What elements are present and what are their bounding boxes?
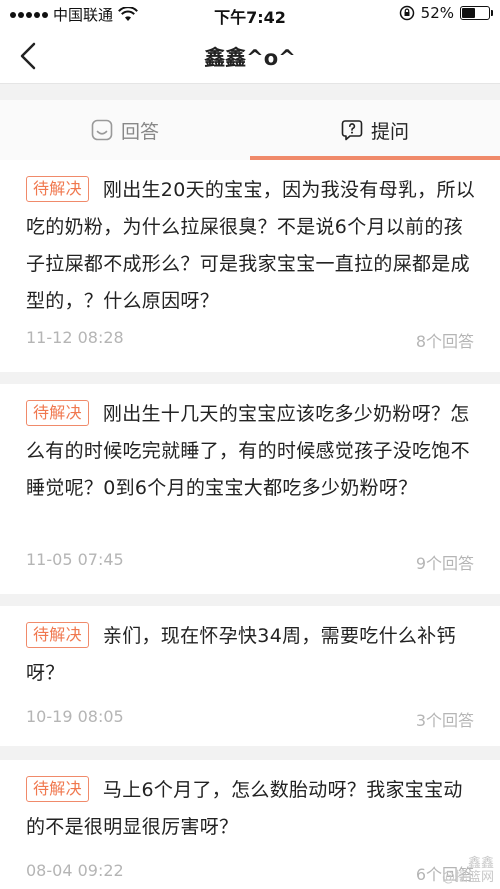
question-card[interactable]: 待解决 刚出生十几天的宝宝应该吃多少奶粉呀？怎么有的时候吃完就睡了，有的时候感觉孩… <box>0 384 500 594</box>
battery-fill <box>462 8 475 18</box>
question-date: 08-04 09:22 <box>26 861 124 880</box>
tab-answers-label: 回答 <box>120 120 159 143</box>
status-right: 52% <box>399 4 493 22</box>
question-text: 刚出生20天的宝宝，因为我没有母乳，所以吃的奶粉，为什么拉屎很臭？不是说6个月以… <box>26 179 476 312</box>
question-card[interactable]: 待解决 马上6个月了，怎么数胎动呀？我家宝宝动的不是很明显很厉害呀？ 08-04 … <box>0 760 500 889</box>
status-badge: 待解决 <box>26 400 89 426</box>
answer-count: 3个回答 <box>415 711 474 730</box>
smiley-icon <box>91 119 113 141</box>
question-card[interactable]: 待解决 亲们，现在怀孕快34周，需要吃什么补钙呀？ 10-19 08:05 3个回… <box>0 606 500 746</box>
question-text: 马上6个月了，怎么数胎动呀？我家宝宝动的不是很明显很厉害呀？ <box>26 779 463 838</box>
tab-bar: 回答 提问 <box>0 100 500 160</box>
nav-bar: 鑫鑫^o^ <box>0 30 500 84</box>
page-title: 鑫鑫^o^ <box>204 46 296 70</box>
watermark: 鑫鑫 @摇篮网 <box>442 857 494 885</box>
status-bar: 中国联通 下午7:42 52% <box>0 0 500 30</box>
watermark-line2: @摇篮网 <box>441 870 494 885</box>
question-card[interactable]: 待解决 刚出生20天的宝宝，因为我没有母乳，所以吃的奶粉，为什么拉屎很臭？不是说6… <box>0 160 500 372</box>
watermark-line1: 鑫鑫 <box>467 856 494 871</box>
status-badge: 待解决 <box>26 176 89 202</box>
answer-count: 8个回答 <box>415 332 474 351</box>
status-badge: 待解决 <box>26 776 89 802</box>
question-bubble-icon <box>341 120 363 141</box>
tab-answers[interactable]: 回答 <box>0 100 250 160</box>
tab-questions[interactable]: 提问 <box>250 100 500 160</box>
rotation-lock-icon <box>399 5 414 21</box>
question-date: 11-05 07:45 <box>26 550 124 569</box>
question-content: 待解决 马上6个月了，怎么数胎动呀？我家宝宝动的不是很明显很厉害呀？ <box>26 772 476 846</box>
question-content: 待解决 刚出生十几天的宝宝应该吃多少奶粉呀？怎么有的时候吃完就睡了，有的时候感觉孩… <box>26 396 476 507</box>
question-text: 亲们，现在怀孕快34周，需要吃什么补钙呀？ <box>26 625 456 684</box>
question-text: 刚出生十几天的宝宝应该吃多少奶粉呀？怎么有的时候吃完就睡了，有的时候感觉孩子没吃… <box>26 403 470 499</box>
battery-icon <box>460 6 493 20</box>
question-date: 11-12 08:28 <box>26 328 124 347</box>
divider <box>0 84 500 100</box>
status-badge: 待解决 <box>26 622 89 648</box>
question-date: 10-19 08:05 <box>26 707 124 726</box>
question-content: 待解决 刚出生20天的宝宝，因为我没有母乳，所以吃的奶粉，为什么拉屎很臭？不是说6… <box>26 172 476 320</box>
battery-percent: 52% <box>420 4 454 22</box>
answer-count: 9个回答 <box>415 554 474 573</box>
question-content: 待解决 亲们，现在怀孕快34周，需要吃什么补钙呀？ <box>26 618 476 692</box>
tab-questions-label: 提问 <box>370 120 409 143</box>
